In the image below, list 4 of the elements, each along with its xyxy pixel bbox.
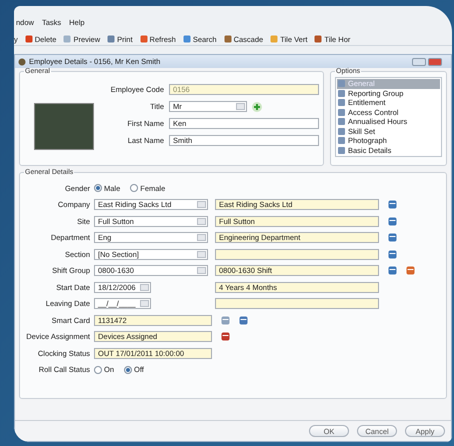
photo-placeholder: [34, 103, 94, 150]
close-button[interactable]: [428, 58, 442, 66]
help-button[interactable]: [412, 58, 426, 66]
add-icon[interactable]: [252, 102, 262, 112]
